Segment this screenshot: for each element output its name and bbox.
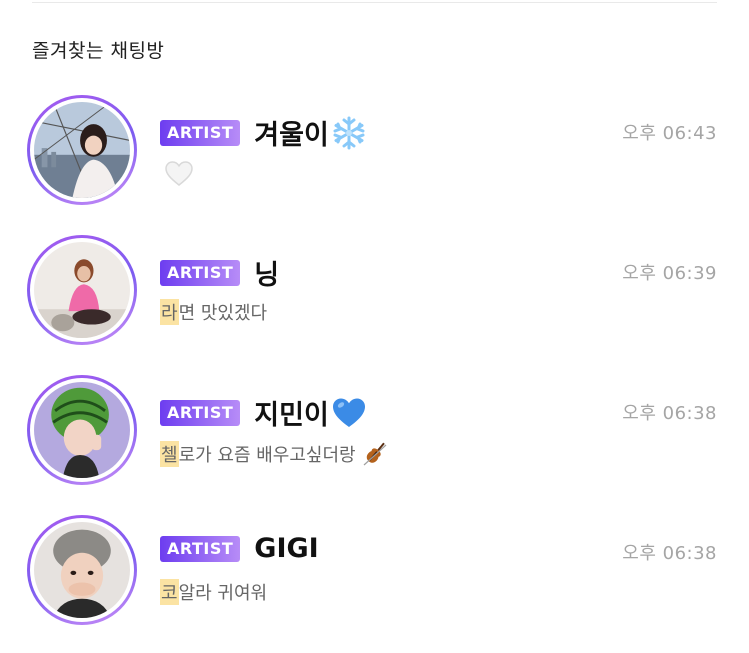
artist-badge: ARTIST — [160, 259, 241, 286]
artist-badge: ARTIST — [160, 119, 241, 146]
preview-highlight: 첼 — [160, 441, 179, 467]
preview-highlight: 라 — [160, 299, 179, 325]
preview-text: 알라 귀여워 — [178, 583, 268, 604]
white-heart-icon — [164, 159, 194, 189]
chat-time: 오후 06:38 — [622, 543, 717, 564]
chat-row[interactable]: ARTIST 닝 오후 06:39 라면 맛있겠다 — [0, 233, 749, 373]
profile-photo-icon — [34, 382, 130, 478]
chat-row[interactable]: ARTIST 겨울이 오후 06:43 — [0, 93, 749, 233]
favorite-chat-list: ARTIST 겨울이 오후 06:43 ARTIST 닝 오후 06:39 라 … — [0, 93, 749, 653]
chat-name: 겨울이 — [254, 120, 329, 151]
preview-text: 로가 요즘 배우고싶더랑 — [178, 445, 356, 466]
message-preview: 코 알라 귀여워 — [160, 579, 267, 605]
top-divider — [32, 2, 717, 3]
profile-photo-icon — [34, 102, 130, 198]
message-preview — [160, 159, 194, 189]
profile-photo-icon — [34, 522, 130, 618]
preview-highlight: 코 — [160, 579, 179, 605]
violin-icon — [360, 439, 390, 469]
avatar[interactable] — [27, 95, 137, 205]
avatar[interactable] — [27, 515, 137, 625]
snowflake-icon — [331, 115, 367, 151]
chat-time: 오후 06:43 — [622, 123, 717, 144]
artist-badge: ARTIST — [160, 535, 241, 562]
avatar[interactable] — [27, 235, 137, 345]
name-line: ARTIST 겨울이 — [160, 113, 367, 152]
name-line: ARTIST GIGI — [160, 533, 319, 564]
chat-time: 오후 06:39 — [622, 263, 717, 284]
section-title: 즐겨찾는 채팅방 — [32, 40, 165, 62]
chat-name: 지민이 — [254, 400, 329, 431]
chat-name: GIGI — [254, 533, 319, 564]
blue-heart-icon — [331, 395, 367, 431]
name-line: ARTIST 닝 — [160, 253, 279, 292]
chat-time: 오후 06:38 — [622, 403, 717, 424]
chat-name: 닝 — [254, 260, 280, 291]
chat-row[interactable]: ARTIST 지민이 오후 06:38 첼 로가 요즘 배우고싶더랑 — [0, 373, 749, 513]
message-preview: 첼 로가 요즘 배우고싶더랑 — [160, 439, 390, 469]
message-preview: 라면 맛있겠다 — [160, 299, 267, 325]
avatar[interactable] — [27, 375, 137, 485]
profile-photo-icon — [34, 242, 130, 338]
name-line: ARTIST 지민이 — [160, 393, 367, 432]
preview-text: 면 맛있겠다 — [178, 303, 268, 324]
chat-row[interactable]: ARTIST GIGI 오후 06:38 코 알라 귀여워 — [0, 513, 749, 653]
artist-badge: ARTIST — [160, 399, 241, 426]
